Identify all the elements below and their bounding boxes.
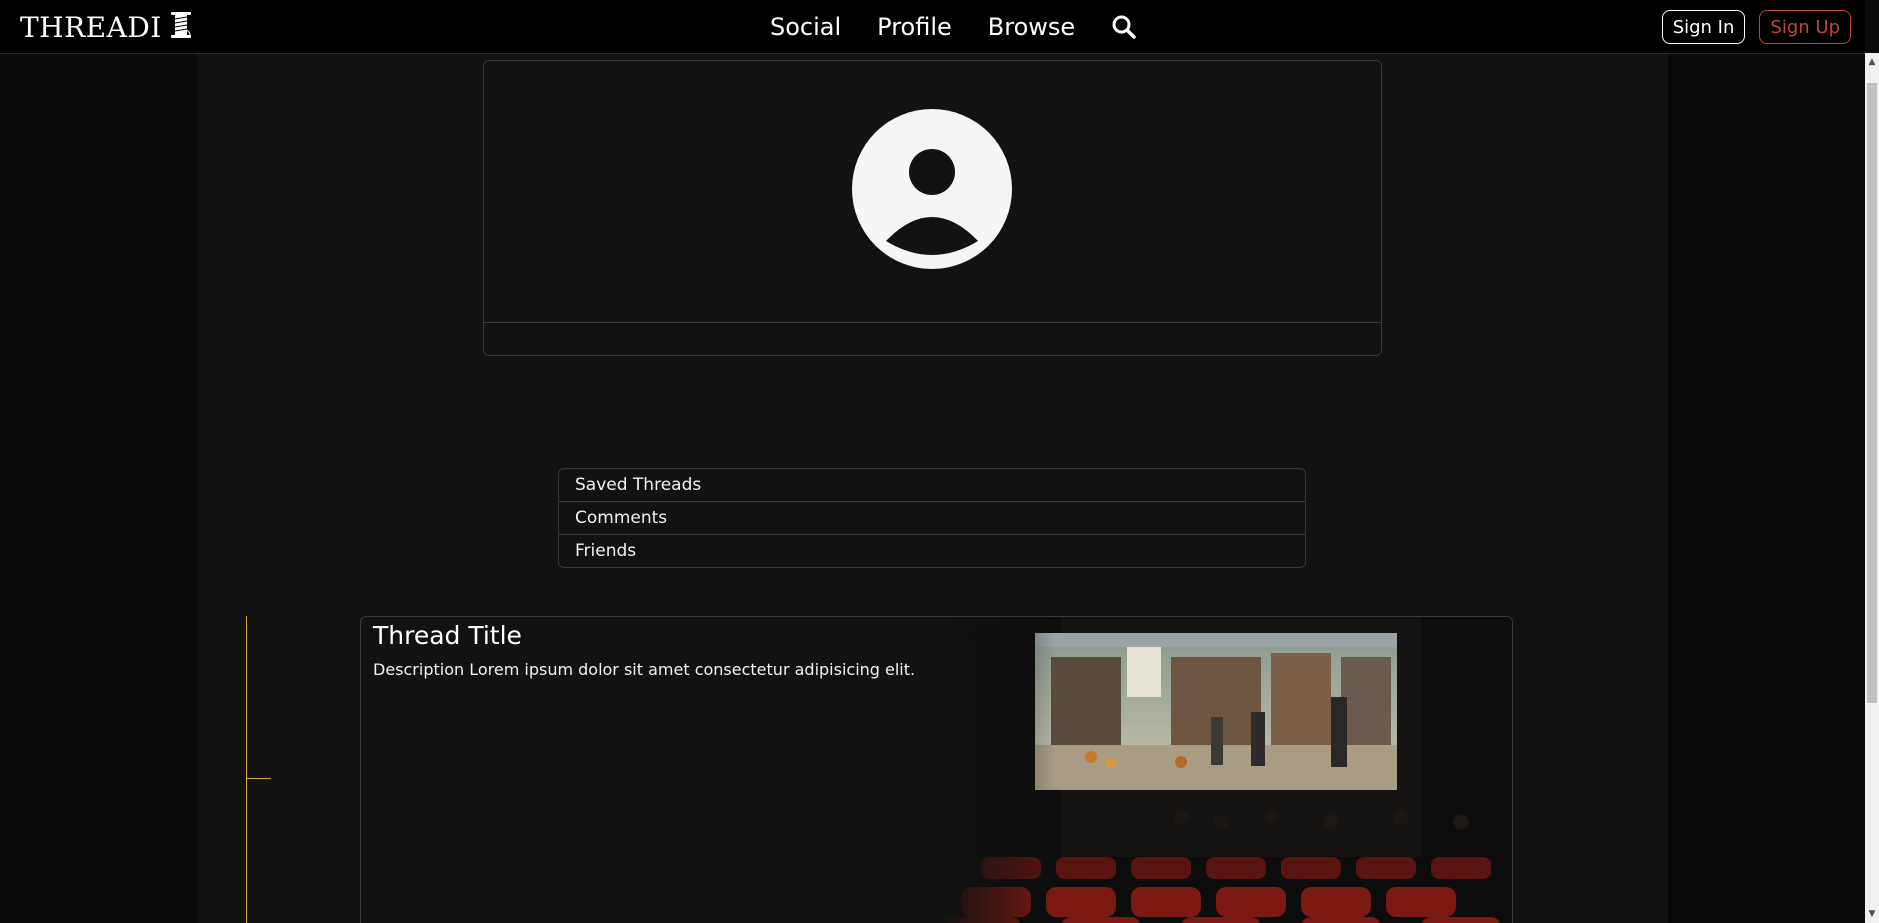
nav-link-browse[interactable]: Browse xyxy=(988,13,1075,41)
auth-buttons: Sign In Sign Up xyxy=(1661,10,1851,44)
scroll-up-arrow-icon[interactable]: ▲ xyxy=(1867,57,1877,67)
page: THREADI Social Profile Browse Sign In Si… xyxy=(0,0,1879,923)
nav-link-profile[interactable]: Profile xyxy=(877,13,952,41)
scroll-down-arrow-icon[interactable]: ▼ xyxy=(1867,909,1877,919)
thread-card[interactable]: Thread Title Description Lorem ipsum dol… xyxy=(360,616,1513,923)
tab-comments[interactable]: Comments xyxy=(559,501,1305,534)
sign-in-button[interactable]: Sign In xyxy=(1661,10,1746,44)
spool-of-thread-icon xyxy=(168,10,194,44)
sign-up-button[interactable]: Sign Up xyxy=(1759,10,1851,44)
scrollbar-thumb[interactable] xyxy=(1867,83,1877,703)
nav-link-social[interactable]: Social xyxy=(770,13,841,41)
thread-title[interactable]: Thread Title xyxy=(373,621,522,650)
thread-description: Description Lorem ipsum dolor sit amet c… xyxy=(373,660,916,679)
page-scrollbar[interactable]: ▲ ▼ xyxy=(1865,53,1879,923)
logo-text: THREADI xyxy=(20,10,162,44)
navbar: THREADI Social Profile Browse Sign In Si… xyxy=(0,0,1865,54)
movie-theater-screen-image xyxy=(941,617,1512,923)
user-avatar-icon[interactable] xyxy=(852,109,1012,269)
profile-tabs: Saved Threads Comments Friends xyxy=(558,468,1306,568)
profile-card-divider xyxy=(484,322,1381,323)
tab-saved-threads[interactable]: Saved Threads xyxy=(559,469,1305,501)
nav-links: Social Profile Browse xyxy=(770,0,1137,53)
thread-connector-vertical xyxy=(246,616,247,923)
search-icon[interactable] xyxy=(1111,14,1137,40)
profile-card xyxy=(483,60,1382,356)
tab-friends[interactable]: Friends xyxy=(559,534,1305,567)
logo[interactable]: THREADI xyxy=(20,9,194,45)
thread-connector-horizontal xyxy=(246,778,271,779)
